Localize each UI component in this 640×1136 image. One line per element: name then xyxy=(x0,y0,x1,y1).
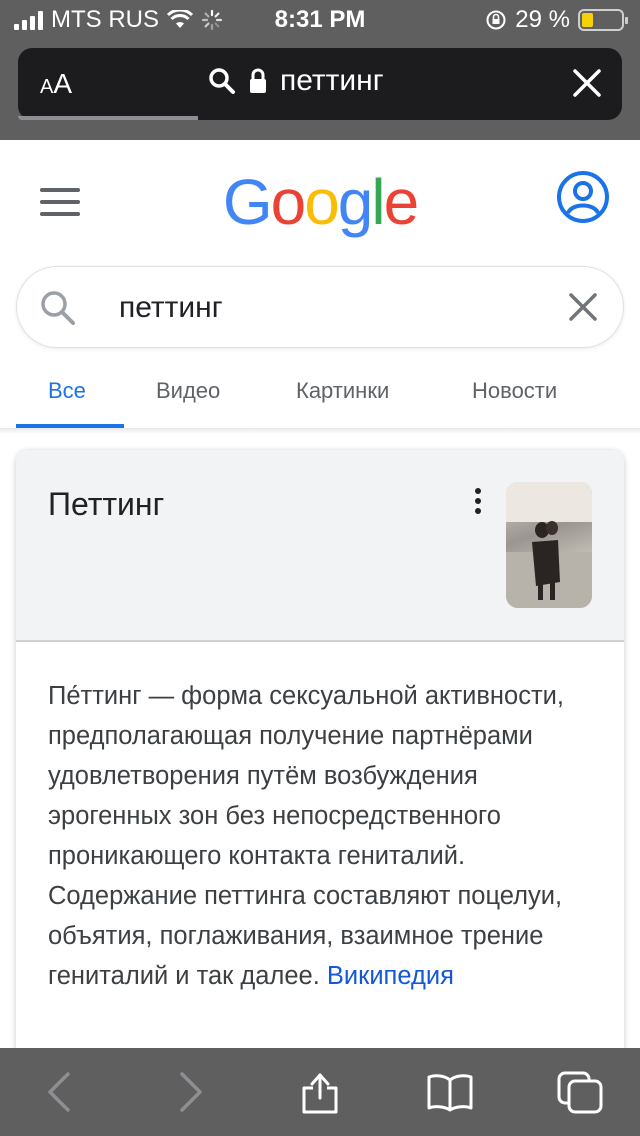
battery-level xyxy=(582,13,594,27)
url-display[interactable]: петтинг xyxy=(208,64,384,98)
knowledge-card: Петтинг Пе́ттинг — форма сексуальной акт… xyxy=(16,450,624,1136)
tabs-divider xyxy=(0,428,640,434)
knowledge-card-description: Пе́ттинг — форма сексуальной активности,… xyxy=(48,676,600,996)
search-icon xyxy=(209,68,235,94)
clear-search-icon[interactable] xyxy=(567,291,599,323)
search-query-text[interactable]: петтинг xyxy=(119,291,223,325)
status-right: 29 % xyxy=(485,6,628,34)
screen: MTS RUS 8:31 PM 29 % AA петтинг Google п… xyxy=(0,0,640,1136)
account-icon[interactable] xyxy=(556,170,610,224)
search-tabs: Все Видео Картинки Новости xyxy=(0,360,640,428)
logo-letter: o xyxy=(270,166,307,238)
knowledge-card-image[interactable] xyxy=(506,482,592,608)
rotation-lock-icon xyxy=(486,10,506,30)
tab-all[interactable]: Все xyxy=(48,378,86,404)
description-text: Пе́ттинг — форма сексуальной активности,… xyxy=(48,682,564,990)
wikipedia-link[interactable]: Википедия xyxy=(327,962,454,990)
logo-letter: g xyxy=(337,166,374,238)
page-load-progress xyxy=(18,116,198,120)
battery-icon xyxy=(578,9,628,31)
tabs-icon[interactable] xyxy=(556,1070,604,1114)
knowledge-card-header: Петтинг xyxy=(16,450,624,642)
tab-images[interactable]: Картинки xyxy=(296,378,389,404)
share-icon[interactable] xyxy=(298,1070,342,1114)
logo-letter: l xyxy=(371,166,385,238)
knowledge-card-title[interactable]: Петтинг xyxy=(48,486,164,523)
google-logo[interactable]: Google xyxy=(0,165,640,239)
tab-news[interactable]: Новости xyxy=(472,378,557,404)
tab-video[interactable]: Видео xyxy=(156,378,220,404)
search-input[interactable]: петтинг xyxy=(16,266,624,348)
back-icon[interactable] xyxy=(38,1070,82,1114)
text-size-button[interactable]: AA xyxy=(40,68,72,100)
photo-thumbnail-image xyxy=(506,482,592,608)
battery-percent: 29 % xyxy=(515,6,570,33)
logo-letter: G xyxy=(222,166,273,238)
address-bar[interactable]: AA петтинг xyxy=(18,48,622,120)
logo-letter: e xyxy=(383,166,420,238)
search-icon[interactable] xyxy=(39,289,77,327)
status-bar: MTS RUS 8:31 PM 29 % xyxy=(0,0,640,40)
lock-icon xyxy=(250,68,266,93)
forward-icon[interactable] xyxy=(168,1070,212,1114)
bookmarks-icon[interactable] xyxy=(426,1070,474,1114)
url-text: петтинг xyxy=(280,64,384,97)
browser-bottom-toolbar xyxy=(0,1048,640,1136)
more-options-icon[interactable] xyxy=(472,488,484,516)
logo-letter: o xyxy=(304,166,340,238)
browser-top-chrome: MTS RUS 8:31 PM 29 % AA петтинг xyxy=(0,0,640,140)
close-icon[interactable] xyxy=(572,68,602,98)
